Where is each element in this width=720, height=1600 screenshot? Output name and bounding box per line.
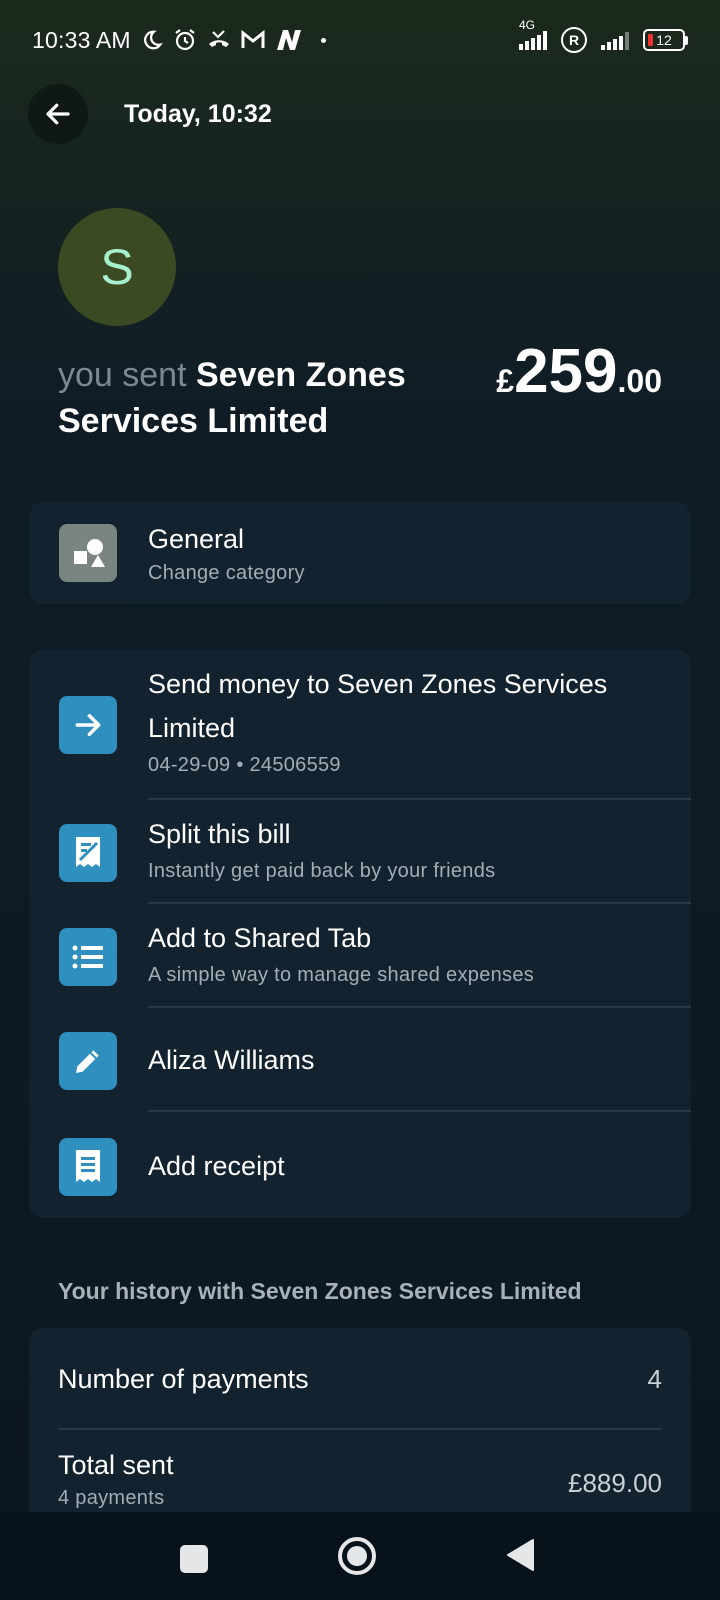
battery-level: 12 — [656, 32, 672, 48]
avatar-initial: S — [100, 239, 134, 295]
payments-count-value: 4 — [647, 1363, 662, 1394]
alarm-icon — [175, 29, 195, 51]
action-notes[interactable]: Aliza Williams — [29, 1008, 691, 1112]
account-details: 04-29-09 • 24506559 — [148, 754, 341, 776]
list-icon — [59, 928, 117, 986]
amount-currency: £ — [496, 363, 515, 399]
home-button[interactable] — [337, 1536, 377, 1581]
action-title: Send money to Seven Zones Services Limit… — [148, 669, 608, 743]
amount-decimal: .00 — [617, 363, 662, 399]
sent-prefix: you sent — [58, 356, 187, 394]
moon-icon — [143, 30, 163, 50]
news-app-icon — [276, 30, 301, 50]
actions-card: Send money to Seven Zones Services Limit… — [29, 650, 691, 1218]
split-bill-icon — [59, 824, 117, 882]
network-type-label: 4G — [519, 18, 536, 32]
action-title: Split this bill — [148, 819, 291, 849]
action-shared-tab[interactable]: Add to Shared Tab A simple way to manage… — [29, 904, 691, 1008]
more-notifications-dot — [320, 37, 326, 43]
square-icon — [180, 1545, 208, 1573]
action-title: Aliza Williams — [148, 1045, 315, 1075]
category-subtitle[interactable]: Change category — [148, 562, 305, 585]
back-arrow-icon — [46, 103, 70, 125]
recents-button[interactable] — [179, 1544, 209, 1579]
back-button[interactable] — [28, 84, 88, 144]
back-nav-button[interactable] — [506, 1538, 536, 1577]
status-bar: 10:33 AM 4G R 12 — [0, 0, 720, 80]
back-triangle-icon — [507, 1539, 534, 1571]
action-add-receipt[interactable]: Add receipt — [29, 1112, 691, 1218]
action-send-money[interactable]: Send money to Seven Zones Services Limit… — [29, 650, 691, 800]
total-sent-label: Total sent — [58, 1450, 174, 1480]
pencil-icon — [59, 1032, 117, 1090]
arrow-right-icon — [59, 696, 117, 754]
second-signal-icon — [601, 30, 629, 50]
receipt-icon — [59, 1138, 117, 1196]
history-card: Number of payments 4 Total sent 4 paymen… — [29, 1328, 691, 1512]
action-title: Add receipt — [148, 1151, 285, 1181]
payments-count-label: Number of payments — [58, 1363, 309, 1394]
total-sent-row: Total sent 4 payments £889.00 — [29, 1430, 691, 1512]
missed-call-icon — [208, 30, 229, 47]
category-card[interactable]: General Change category — [29, 502, 691, 604]
action-subtitle: Instantly get paid back by your friends — [148, 860, 496, 882]
roaming-icon: R — [561, 27, 587, 53]
system-nav-bar — [0, 1512, 720, 1600]
category-shapes-icon — [59, 524, 117, 582]
avatar: S — [58, 208, 176, 326]
history-heading: Your history with Seven Zones Services L… — [58, 1278, 582, 1304]
status-time: 10:33 AM — [32, 26, 131, 53]
action-title: Add to Shared Tab — [148, 923, 372, 953]
action-subtitle: A simple way to manage shared expenses — [148, 964, 535, 986]
header: Today, 10:32 — [28, 84, 272, 144]
page-title: Today, 10:32 — [124, 99, 272, 128]
category-title: General — [148, 524, 245, 554]
transaction-amount: £ 259 .00 — [496, 336, 662, 407]
transaction-description: you sent Seven Zones Services Limited — [58, 352, 448, 444]
action-split-bill[interactable]: Split this bill Instantly get paid back … — [29, 800, 691, 904]
battery-icon: 12 — [643, 29, 688, 51]
total-sent-subtitle: 4 payments — [58, 1487, 165, 1509]
total-sent-value: £889.00 — [568, 1468, 662, 1498]
home-circle-icon — [338, 1537, 376, 1575]
mobile-signal-icon: 4G — [519, 18, 547, 50]
gmail-icon — [241, 30, 265, 48]
payments-count-row: Number of payments 4 — [29, 1328, 691, 1430]
amount-whole: 259 — [514, 337, 618, 406]
